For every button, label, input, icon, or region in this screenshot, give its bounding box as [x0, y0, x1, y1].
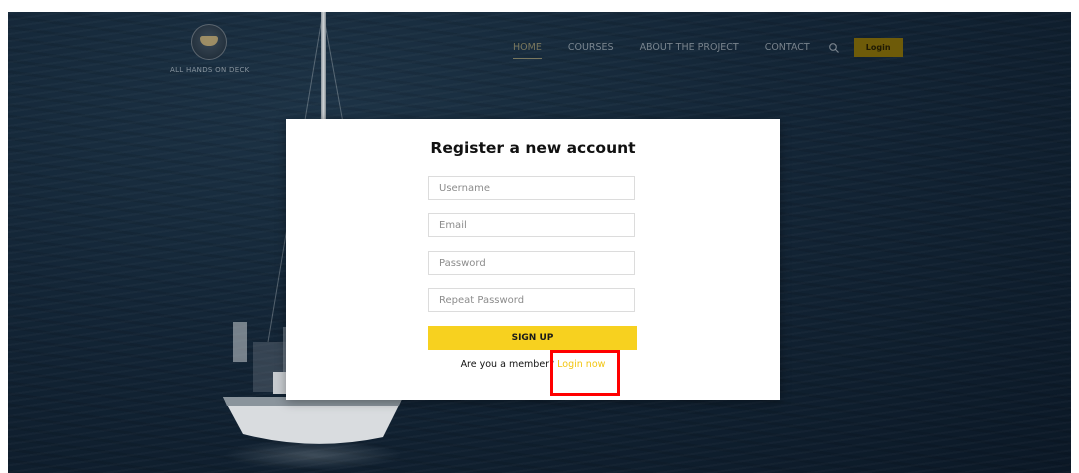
- site-logo[interactable]: ALL HANDS ON DECK: [170, 24, 250, 74]
- main-navigation: HOME COURSES ABOUT THE PROJECT CONTACT L…: [513, 38, 903, 59]
- sign-up-button[interactable]: SIGN UP: [428, 326, 637, 350]
- nav-login-button[interactable]: Login: [853, 38, 903, 57]
- repeat-password-input[interactable]: [428, 288, 635, 312]
- water-reflection: [223, 440, 403, 470]
- email-input[interactable]: [428, 213, 635, 237]
- nav-item-contact[interactable]: CONTACT: [765, 42, 810, 53]
- register-modal: Register a new account SIGN UP Are you a…: [286, 119, 780, 400]
- nav-item-courses[interactable]: COURSES: [568, 42, 614, 53]
- modal-title: Register a new account: [430, 139, 636, 157]
- nav-item-about-the-project[interactable]: ABOUT THE PROJECT: [640, 42, 739, 53]
- logo-emblem-icon: [191, 24, 227, 60]
- username-input[interactable]: [428, 176, 635, 200]
- member-prompt-text: Are you a member?: [460, 359, 555, 370]
- member-prompt-line: Are you a member? Login now: [286, 359, 780, 370]
- logo-text: ALL HANDS ON DECK: [170, 66, 250, 74]
- login-now-link[interactable]: Login now: [557, 359, 605, 370]
- password-input[interactable]: [428, 251, 635, 275]
- nav-item-home[interactable]: HOME: [513, 42, 542, 59]
- search-icon[interactable]: [828, 42, 840, 54]
